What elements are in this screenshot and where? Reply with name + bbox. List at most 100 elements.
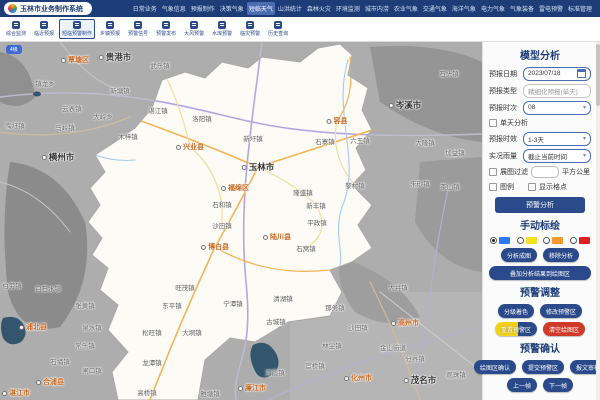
place-dot-icon xyxy=(389,103,394,108)
forecast-validity-select[interactable]: 1-3天 ▾ xyxy=(523,132,591,146)
rain-select[interactable]: 截止当前时间 ▾ xyxy=(523,149,591,163)
tab-3[interactable]: 乡镇预报 xyxy=(97,19,123,39)
top-menu-item-9[interactable]: 农业气象 xyxy=(392,2,420,15)
forecast-date-label: 预报日期 xyxy=(489,69,520,79)
plot-color-radio-2[interactable] xyxy=(543,237,563,244)
adjust-button-1[interactable]: 修改预警区 xyxy=(540,304,582,318)
overlay-result-button[interactable]: 叠加分析结果到绘图区 xyxy=(489,266,591,280)
confirm-button-1[interactable]: 提交预警区 xyxy=(522,360,564,374)
tab-4[interactable]: 预警信号 xyxy=(125,19,151,39)
manual-button-1[interactable]: 移除分析 xyxy=(543,248,579,262)
legend-checkbox[interactable] xyxy=(489,183,497,191)
plot-color-radio-1[interactable] xyxy=(517,237,537,244)
single-day-checkbox[interactable] xyxy=(489,119,497,127)
top-menu-item-4[interactable]: 短临天气 xyxy=(247,2,275,15)
forecast-type-input: 精细化预报(单天) xyxy=(523,84,591,98)
manual-button-0[interactable]: 分析成图 xyxy=(501,248,537,262)
map-label-town-52: 大垌镇 xyxy=(182,327,202,337)
top-menu-item-11[interactable]: 海洋气象 xyxy=(450,2,478,15)
map-canvas[interactable]: 4级 贵港市玉林市岑溪市茂名市横州市覃塘区兴业县容县福绵区陆川县博白县合浦县浦北… xyxy=(0,42,482,400)
map-label-town-26: 木梓镇 xyxy=(118,131,138,141)
map-label-town-38: 平政镇 xyxy=(307,217,327,227)
tab-label: 临灾预警 xyxy=(240,30,260,37)
forecast-time-select[interactable]: 08 ▾ xyxy=(523,101,591,115)
adjust-button-2[interactable]: 重置预警区 xyxy=(495,322,537,336)
filter-checkbox[interactable] xyxy=(489,168,497,176)
map-label-town-24: 陶圩镇 xyxy=(5,120,25,130)
grid-points-label: 显示格点 xyxy=(539,182,567,192)
sidebar-scrollbar-track xyxy=(596,42,600,400)
frame-nav-button-1[interactable]: 下一帧 xyxy=(543,378,573,392)
model-analysis-title: 模型分析 xyxy=(489,47,591,62)
color-swatch xyxy=(552,237,563,244)
tab-label: 乡镇预报 xyxy=(100,30,120,37)
tab-0[interactable]: 综合监测 xyxy=(3,19,29,39)
plot-color-radio-0[interactable] xyxy=(490,237,510,244)
place-dot-icon xyxy=(404,378,409,383)
map-label-town-28: 石寨镇 xyxy=(315,136,335,146)
place-dot-icon xyxy=(2,391,7,396)
manual-plot-buttons: 分析成图移除分析 xyxy=(489,248,591,262)
document-icon xyxy=(246,21,254,29)
rain-label: 实况雨量 xyxy=(489,151,520,161)
top-menu-item-14[interactable]: 雷电预警 xyxy=(537,2,565,15)
tab-label: 水库预警 xyxy=(212,30,232,37)
app-logo-pill[interactable]: 玉林市业务制作系统 xyxy=(4,2,92,15)
top-menu-item-10[interactable]: 交通气象 xyxy=(421,2,449,15)
chevron-down-icon: ▾ xyxy=(583,153,586,159)
filter-area-input[interactable] xyxy=(531,166,559,178)
tab-label: 临近预报 xyxy=(34,30,54,37)
map-label-town-45: 泉水镇 xyxy=(82,322,102,332)
map-zoom-level-badge[interactable]: 4级 xyxy=(6,45,22,54)
document-icon xyxy=(106,21,114,29)
forecast-validity-label: 预报时效 xyxy=(489,134,520,144)
plot-color-radio-3[interactable] xyxy=(570,237,590,244)
map-label-town-19: 新塘镇 xyxy=(110,85,130,95)
top-menu-item-7[interactable]: 环境监测 xyxy=(334,2,362,15)
map-label-town-63: 官桥镇 xyxy=(305,360,325,370)
map-label-town-51: 松旺镇 xyxy=(142,327,162,337)
top-menu-item-3[interactable]: 决策气象 xyxy=(218,2,246,15)
tab-8[interactable]: 临灾预警 xyxy=(237,19,263,39)
tab-9[interactable]: 历史查询 xyxy=(265,19,291,39)
top-menu-item-15[interactable]: 标准管理 xyxy=(566,2,594,15)
chevron-down-icon: ▾ xyxy=(583,105,586,111)
top-menu-item-5[interactable]: 山洪统计 xyxy=(276,2,304,15)
tab-5[interactable]: 预警发布 xyxy=(153,19,179,39)
adjust-button-3[interactable]: 清空绘图区 xyxy=(543,322,585,336)
map-label-county-7: 容县 xyxy=(327,116,348,126)
adjust-button-0[interactable]: 分级着色 xyxy=(498,304,534,318)
top-menu-item-2[interactable]: 预报制作 xyxy=(189,2,217,15)
warning-analysis-button[interactable]: 预警分析 xyxy=(495,197,585,213)
forecast-time-label: 预报时次 xyxy=(489,103,520,113)
module-tab-bar: 综合监测临近预报短临预警制作乡镇预报预警信号预警发布大风预警水库预警 临灾预警历史… xyxy=(0,17,600,42)
map-label-town-59: 沙田镇 xyxy=(348,322,368,332)
tab-1[interactable]: 临近预报 xyxy=(31,19,57,39)
grid-points-checkbox[interactable] xyxy=(528,183,536,191)
forecast-date-input[interactable]: 2023/07/18 xyxy=(523,67,591,81)
top-menu-item-6[interactable]: 森林火灾 xyxy=(305,2,333,15)
map-label-town-53: 龙潭镇 xyxy=(142,357,162,367)
forecast-date-value: 2023/07/18 xyxy=(528,70,561,77)
chevron-down-icon: ▾ xyxy=(583,136,586,142)
sidebar-scrollbar-thumb[interactable] xyxy=(596,44,600,106)
place-dot-icon xyxy=(242,165,247,170)
tab-6[interactable]: 大风预警 xyxy=(181,19,207,39)
filter-label: 展图过滤 xyxy=(500,167,528,177)
map-label-town-48: 闸口镇 xyxy=(82,365,102,375)
rain-value: 截止当前时间 xyxy=(528,151,567,161)
top-menu-item-12[interactable]: 电力气象 xyxy=(479,2,507,15)
top-menu-item-0[interactable]: 日常业务 xyxy=(131,2,159,15)
top-menu-item-1[interactable]: 气象信息 xyxy=(160,2,188,15)
tab-7[interactable]: 水库预警 xyxy=(209,19,235,39)
forecast-time-value: 08 xyxy=(528,104,535,111)
frame-nav-button-0[interactable]: 上一帧 xyxy=(507,378,537,392)
map-label-town-67: 高桥镇 xyxy=(137,387,157,397)
map-label-county-8: 福绵区 xyxy=(221,183,249,193)
manual-plot-title: 手动标绘 xyxy=(489,217,591,232)
tab-label: 预警发布 xyxy=(156,30,176,37)
top-menu-item-8[interactable]: 城市内涝 xyxy=(363,2,391,15)
single-day-label: 单天分析 xyxy=(500,118,528,128)
tab-2[interactable]: 短临预警制作 xyxy=(59,19,95,39)
top-menu-item-13[interactable]: 气象装备 xyxy=(508,2,536,15)
